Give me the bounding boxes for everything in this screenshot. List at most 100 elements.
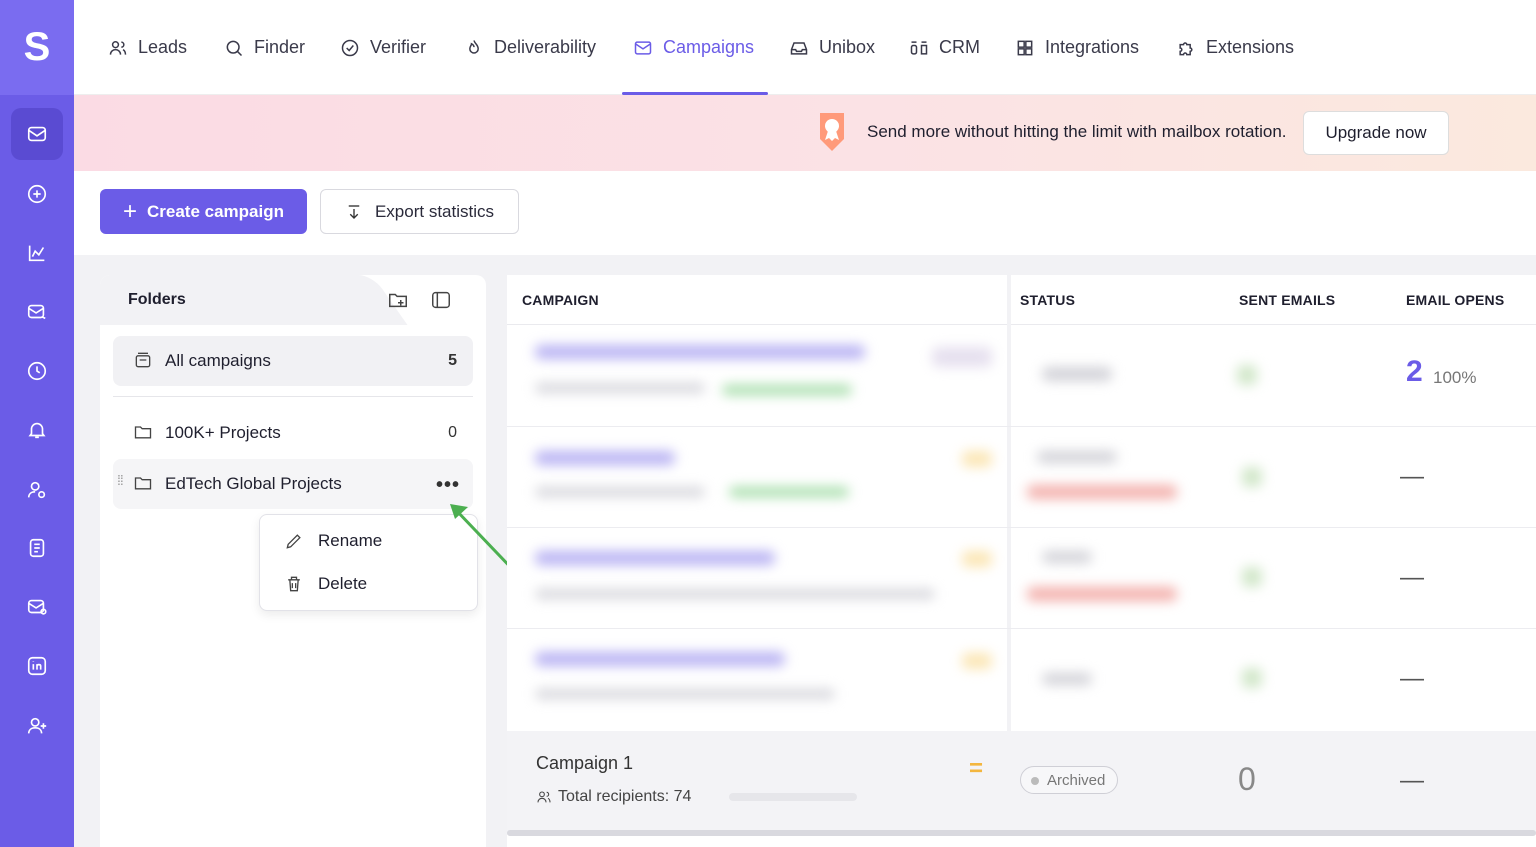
new-folder-button[interactable]: [387, 289, 411, 313]
mail-send-icon: [27, 304, 46, 320]
sidebar-notifications[interactable]: [11, 404, 63, 456]
blurred-status: [1037, 451, 1117, 463]
folder-count: 5: [448, 352, 457, 369]
header-sent-emails[interactable]: SENT EMAILS: [1239, 292, 1335, 308]
folder-label: All campaigns: [165, 351, 271, 370]
create-campaign-button[interactable]: + Create campaign: [100, 189, 307, 234]
email-opens-empty: —: [1400, 564, 1424, 591]
sidebar-stats[interactable]: [11, 227, 63, 279]
folder-label: 100K+ Projects: [165, 423, 281, 442]
delete-menu-item[interactable]: Delete: [284, 574, 367, 594]
sent-emails-value: 0: [1238, 761, 1256, 797]
sidebar-accounts[interactable]: [11, 464, 63, 516]
campaign-name[interactable]: Campaign 1: [536, 753, 633, 774]
folders-divider: [113, 396, 473, 397]
blurred-status: [1042, 551, 1092, 563]
nav-extensions[interactable]: Extensions: [1176, 0, 1294, 95]
check-circle-icon: [341, 39, 359, 56]
upgrade-now-button[interactable]: Upgrade now: [1303, 111, 1449, 155]
blurred-campaign-name: [535, 451, 675, 465]
nav-unibox[interactable]: Unibox: [789, 0, 875, 95]
folder-all-campaigns[interactable]: All campaigns 5: [113, 336, 473, 386]
sidebar-linkedin[interactable]: [11, 640, 63, 692]
blurred-text: [535, 383, 705, 393]
folder-label: EdTech Global Projects: [165, 474, 342, 493]
blurred-status: [1027, 587, 1177, 601]
nav-finder-label: Finder: [254, 37, 306, 57]
search-icon: [226, 40, 243, 56]
horizontal-scrollbar[interactable]: [507, 830, 1536, 836]
nav-campaigns[interactable]: Campaigns: [633, 0, 754, 95]
flame-icon: [469, 39, 479, 54]
folder-100k-projects[interactable]: 100K+ Projects 0: [113, 408, 473, 458]
sidebar-toggle-icon: [432, 291, 450, 309]
rename-menu-item[interactable]: Rename: [284, 531, 382, 551]
sidebar-mailboxes[interactable]: [11, 581, 63, 633]
download-icon: [348, 204, 360, 219]
user-plus-icon: [27, 717, 47, 734]
blurred-text: [535, 487, 705, 497]
chart-icon: [28, 245, 45, 262]
trash-icon: [288, 576, 300, 592]
blurred-campaign-name: [535, 345, 865, 359]
nav-deliverability[interactable]: Deliverability: [464, 0, 596, 95]
sidebar-send[interactable]: [11, 286, 63, 338]
mail-icon: [27, 126, 47, 142]
sidebar-invite[interactable]: [11, 700, 63, 752]
email-opens-empty: —: [1400, 463, 1424, 490]
email-opens-percent: 100%: [1433, 368, 1477, 387]
folder-count: 0: [448, 424, 457, 441]
nav-campaigns-label: Campaigns: [663, 37, 755, 57]
promo-banner: Send more without hitting the limit with…: [74, 95, 1536, 171]
nav-integrations-label: Integrations: [1045, 37, 1140, 57]
blurred-campaign-name: [535, 551, 775, 565]
drag-handle-icon[interactable]: ⁞⁞: [117, 473, 124, 487]
folder-icon: [133, 422, 155, 444]
sidebar-schedule[interactable]: [11, 345, 63, 397]
recipients-label: Total recipients: 74: [558, 788, 692, 805]
email-opens-empty: —: [1400, 665, 1424, 692]
award-badge-icon: [820, 113, 844, 151]
blurred-sent: [1242, 668, 1262, 688]
blurred-sent: [1237, 365, 1257, 385]
nav-finder[interactable]: Finder: [224, 0, 305, 95]
nav-verifier[interactable]: Verifier: [340, 0, 426, 95]
sidebar-templates[interactable]: [11, 522, 63, 574]
blurred-icon: [962, 551, 992, 567]
header-campaign[interactable]: CAMPAIGN: [522, 292, 599, 308]
plus-icon: +: [122, 197, 137, 225]
blurred-icon: [962, 653, 992, 669]
email-opens-value: 2: [1406, 355, 1423, 388]
row-divider: [507, 426, 1536, 427]
inbox-icon: [790, 41, 808, 55]
nav-extensions-label: Extensions: [1206, 37, 1295, 57]
document-icon: [29, 538, 45, 558]
mail-icon: [634, 40, 652, 55]
nav-integrations[interactable]: Integrations: [1015, 0, 1139, 95]
nav-leads[interactable]: Leads: [108, 0, 187, 95]
nav-unibox-label: Unibox: [819, 37, 876, 57]
app-logo[interactable]: S: [0, 0, 74, 95]
folders-title: Folders: [128, 291, 186, 308]
top-navigation: Leads Finder Verifier Deliverability Cam…: [74, 0, 1536, 95]
users-icon: [537, 791, 551, 803]
collapse-panel-button[interactable]: [430, 289, 454, 313]
export-statistics-button[interactable]: Export statistics: [320, 189, 519, 234]
clock-icon: [27, 361, 47, 381]
sidebar-campaigns[interactable]: [11, 108, 63, 160]
blurred-text: [535, 689, 835, 699]
blurred-status: [1042, 673, 1092, 685]
grid-icon: [1017, 40, 1033, 55]
nav-crm[interactable]: CRM: [909, 0, 980, 95]
blurred-sent: [1242, 567, 1262, 587]
folder-plus-icon: [389, 293, 407, 308]
table-row[interactable]: Campaign 1 Total recipients: 74 = Archiv…: [507, 731, 1536, 835]
sidebar-add[interactable]: [11, 168, 63, 220]
folder-edtech-global-projects[interactable]: EdTech Global Projects: [113, 459, 473, 509]
campaigns-table: CAMPAIGN STATUS SENT EMAILS EMAIL OPENS …: [507, 275, 1536, 847]
plus-circle-icon: [27, 184, 47, 204]
header-status[interactable]: STATUS: [1020, 292, 1075, 308]
blurred-text: [535, 589, 935, 599]
header-email-opens[interactable]: EMAIL OPENS: [1406, 292, 1504, 308]
logo-letter: S: [23, 25, 51, 69]
